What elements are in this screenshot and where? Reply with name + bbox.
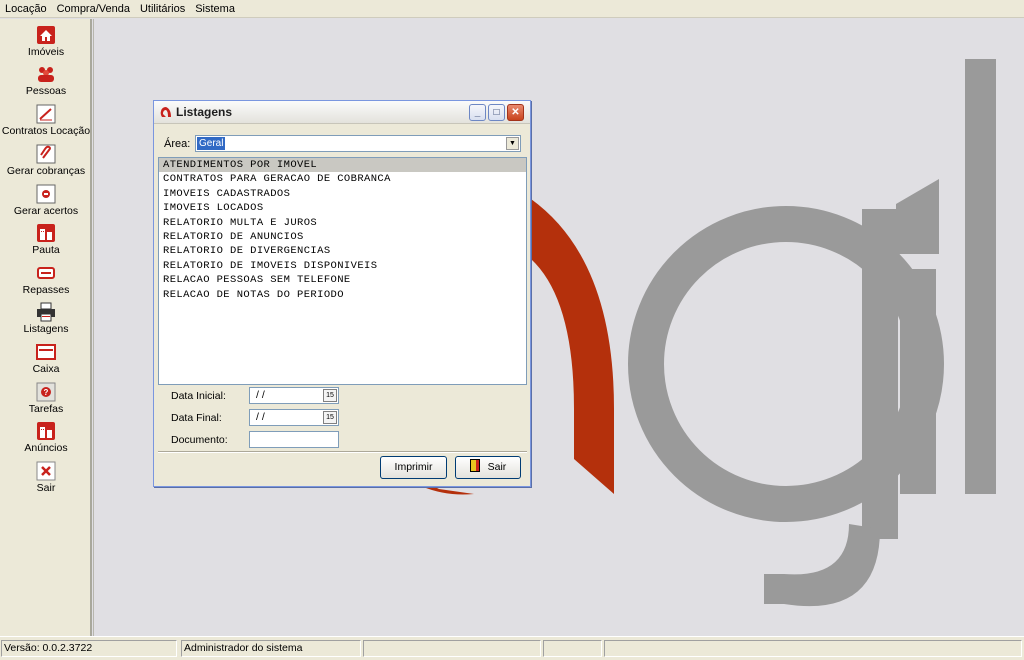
contract-pen-icon — [36, 104, 56, 124]
sidebar-item-sair[interactable]: Sair — [0, 461, 92, 494]
area-select-value: Geral — [197, 137, 226, 150]
sidebar-item-label: Gerar acertos — [13, 205, 79, 217]
sidebar-item-label: Pessoas — [25, 85, 67, 97]
sair-button[interactable]: Sair — [455, 456, 521, 479]
list-item[interactable]: RELATORIO DE IMOVEIS DISPONIVEIS — [159, 259, 526, 273]
sidebar-item-repasses[interactable]: Repasses — [0, 263, 92, 296]
documento-label: Documento: — [171, 434, 228, 446]
building-icon — [37, 224, 55, 242]
maximize-button[interactable]: □ — [488, 104, 505, 121]
sair-label: Sair — [487, 461, 507, 473]
sidebar: Imóveis Pessoas Contratos Locação Gerar … — [0, 19, 92, 636]
imprimir-button[interactable]: Imprimir — [380, 456, 447, 479]
status-user: Administrador do sistema — [181, 640, 361, 657]
status-panel-3 — [363, 640, 541, 657]
status-panel-5 — [604, 640, 1022, 657]
documento-field[interactable] — [249, 431, 339, 448]
sidebar-item-listagens[interactable]: Listagens — [0, 302, 92, 335]
sidebar-item-caixa[interactable]: Caixa — [0, 342, 92, 375]
minimize-icon: _ — [474, 107, 481, 118]
sidebar-item-imoveis[interactable]: Imóveis — [0, 25, 92, 58]
svg-text:?: ? — [44, 388, 49, 397]
status-bar: Versão: 0.0.2.3722 Administrador do sist… — [0, 636, 1024, 660]
report-list[interactable]: ATENDIMENTOS POR IMOVEL CONTRATOS PARA G… — [158, 157, 527, 385]
calculator-icon — [36, 184, 56, 204]
sidebar-item-gerar-acertos[interactable]: Gerar acertos — [0, 184, 92, 217]
menu-sistema[interactable]: Sistema — [190, 0, 240, 18]
sidebar-item-pessoas[interactable]: Pessoas — [0, 64, 92, 97]
sidebar-item-label: Tarefas — [28, 403, 64, 415]
sidebar-item-label: Contratos Locação — [1, 125, 91, 137]
door-exit-icon — [469, 459, 480, 472]
dialog-title: Listagens — [176, 105, 233, 119]
sidebar-item-label: Gerar cobranças — [6, 165, 86, 177]
area-select[interactable]: Geral ▼ — [195, 135, 521, 152]
sidebar-item-label: Listagens — [23, 323, 69, 335]
sidebar-item-label: Repasses — [22, 284, 70, 296]
building-icon — [37, 422, 55, 440]
sidebar-item-contratos-locacao[interactable]: Contratos Locação — [0, 104, 92, 137]
app-logo-icon — [160, 107, 171, 117]
list-item[interactable]: RELACAO PESSOAS SEM TELEFONE — [159, 273, 526, 287]
dialog-titlebar[interactable]: Listagens _ □ ✕ — [154, 101, 530, 124]
area-label: Área: — [164, 138, 191, 150]
maximize-icon: □ — [493, 107, 500, 118]
list-item[interactable]: ATENDIMENTOS POR IMOVEL — [159, 158, 526, 173]
menu-utilitarios[interactable]: Utilitários — [135, 0, 190, 18]
imprimir-label: Imprimir — [394, 461, 433, 473]
calendar-icon[interactable]: 15 — [323, 389, 337, 402]
question-icon: ? — [36, 382, 56, 402]
sidebar-item-label: Anúncios — [24, 442, 68, 454]
close-icon: ✕ — [511, 107, 520, 118]
close-button[interactable]: ✕ — [507, 104, 524, 121]
menu-locacao[interactable]: Locação — [0, 0, 52, 18]
house-icon — [37, 26, 55, 44]
data-final-label: Data Final: — [171, 412, 222, 424]
paperclip-icon — [36, 144, 56, 164]
data-final-field[interactable]: / / 15 — [249, 409, 339, 426]
list-item[interactable]: RELATORIO DE DIVERGENCIAS — [159, 244, 526, 258]
printer-icon — [37, 302, 55, 322]
data-inicial-field[interactable]: / / 15 — [249, 387, 339, 404]
people-icon — [38, 67, 54, 82]
calendar-icon[interactable]: 15 — [323, 411, 337, 424]
sidebar-item-tarefas[interactable]: ? Tarefas — [0, 382, 92, 415]
transfer-icon — [37, 267, 55, 279]
list-item[interactable]: IMOVEIS LOCADOS — [159, 201, 526, 215]
data-final-value: / / — [256, 411, 265, 423]
cashbox-icon — [36, 344, 56, 360]
sidebar-item-label: Sair — [36, 482, 56, 494]
sidebar-item-pauta[interactable]: Pauta — [0, 223, 92, 256]
list-item[interactable]: RELATORIO DE ANUNCIOS — [159, 230, 526, 244]
menu-bar: Locação Compra/Venda Utilitários Sistema — [0, 0, 1024, 18]
chevron-down-icon[interactable]: ▼ — [506, 137, 519, 150]
listagens-dialog: Listagens _ □ ✕ Área: Geral ▼ ATENDIMENT… — [153, 100, 531, 487]
status-version: Versão: 0.0.2.3722 — [1, 640, 177, 657]
menu-compra-venda[interactable]: Compra/Venda — [52, 0, 135, 18]
sidebar-item-label: Pauta — [32, 244, 60, 256]
minimize-button[interactable]: _ — [469, 104, 486, 121]
sidebar-item-label: Caixa — [32, 363, 60, 375]
sidebar-item-label: Imóveis — [27, 46, 65, 58]
data-inicial-label: Data Inicial: — [171, 390, 226, 402]
dialog-separator — [158, 451, 527, 453]
sidebar-item-anuncios[interactable]: Anúncios — [0, 421, 92, 454]
list-item[interactable]: RELATORIO MULTA E JUROS — [159, 216, 526, 230]
data-inicial-value: / / — [256, 389, 265, 401]
list-item[interactable]: RELACAO DE NOTAS DO PERIODO — [159, 288, 526, 302]
status-panel-4 — [543, 640, 602, 657]
list-item[interactable]: IMOVEIS CADASTRADOS — [159, 187, 526, 201]
sidebar-item-gerar-cobrancas[interactable]: Gerar cobranças — [0, 144, 92, 177]
list-item[interactable]: CONTRATOS PARA GERACAO DE COBRANCA — [159, 172, 526, 186]
close-icon — [36, 461, 56, 481]
